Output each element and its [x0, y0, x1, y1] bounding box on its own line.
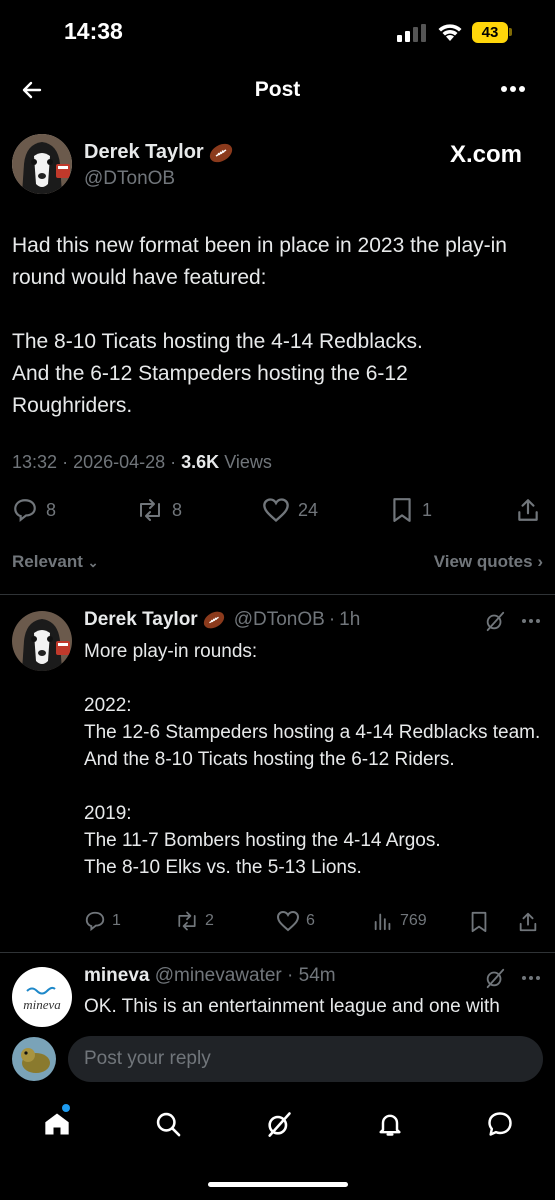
reply-author-avatar[interactable]: mineva: [12, 967, 72, 1027]
post-time: 13:32: [12, 452, 58, 472]
reply-views-button[interactable]: 769: [372, 910, 427, 932]
bookmark-icon: [393, 498, 411, 522]
reply-like-button[interactable]: 6: [276, 910, 315, 932]
more-horizontal-icon[interactable]: [500, 85, 526, 93]
repost-icon: [140, 499, 160, 521]
battery-indicator: 43: [472, 22, 508, 43]
reply-age: 54m: [298, 965, 336, 986]
view-quotes-label: View quotes: [433, 552, 533, 571]
search-icon[interactable]: [154, 1110, 182, 1138]
reply-author-handle[interactable]: @DTonOB: [234, 609, 325, 631]
more-horizontal-icon[interactable]: [521, 618, 541, 624]
cellular-signal-icon: [397, 24, 426, 42]
reply-reply-count: 1: [112, 912, 121, 929]
page-title: Post: [254, 78, 301, 101]
status-time: 14:38: [64, 18, 123, 44]
grok-icon[interactable]: [484, 610, 506, 632]
reply-body: OK. This is an entertainment league and …: [84, 996, 500, 1017]
home-indicator: [208, 1182, 348, 1187]
share-icon[interactable]: [515, 497, 541, 523]
views-label: Views: [224, 452, 272, 472]
user-avatar[interactable]: [12, 1037, 56, 1081]
reply-repost-button[interactable]: 2: [175, 910, 214, 932]
grok-icon[interactable]: [484, 967, 506, 989]
views-count: 3.6K: [181, 452, 220, 472]
heart-icon: [263, 498, 289, 523]
view-quotes-link[interactable]: View quotes ›: [434, 552, 543, 572]
share-icon[interactable]: [517, 911, 539, 933]
reply-author-avatar[interactable]: [12, 611, 72, 671]
author-avatar[interactable]: [12, 134, 72, 194]
sort-label: Relevant: [12, 552, 83, 571]
user-avatar-image: [12, 1037, 56, 1081]
reply-reply-button[interactable]: 1: [84, 910, 121, 932]
heart-icon: [276, 910, 300, 932]
more-horizontal-icon[interactable]: [521, 975, 541, 981]
reply-header: Derek Taylor @DTonOB · 1h: [84, 609, 361, 631]
football-icon: [209, 143, 232, 162]
post-meta: 13:32 · 2026-04-28 · 3.6K Views: [12, 452, 272, 472]
reply-repost-count: 2: [205, 912, 214, 929]
reply-header: mineva @minevawater · 54m: [84, 965, 336, 986]
repost-count: 8: [172, 499, 183, 520]
reply-like-count: 6: [306, 912, 315, 929]
reply-author-name[interactable]: Derek Taylor: [84, 609, 198, 631]
home-icon[interactable]: [43, 1110, 71, 1138]
home-notification-dot: [62, 1104, 70, 1112]
author-handle[interactable]: @DTonOB: [84, 168, 175, 190]
author-name-row[interactable]: Derek Taylor: [84, 141, 234, 164]
chevron-down-icon: ⌄: [87, 555, 99, 570]
reply-author-handle[interactable]: @minevawater: [155, 965, 282, 986]
repost-button[interactable]: 8: [136, 497, 182, 523]
bookmark-button[interactable]: 1: [390, 497, 432, 523]
reply-author-name[interactable]: mineva: [84, 965, 149, 986]
reply-button[interactable]: 8: [12, 497, 56, 523]
bell-icon[interactable]: [376, 1110, 404, 1138]
reply-input[interactable]: Post your reply: [68, 1036, 543, 1082]
repost-icon: [178, 911, 196, 931]
post-body: Had this new format been in place in 202…: [12, 234, 507, 417]
dog-avatar-image: [12, 611, 72, 671]
analytics-icon: [374, 913, 391, 931]
avatar-wordmark: mineva: [23, 997, 61, 1012]
author-name[interactable]: Derek Taylor: [84, 141, 204, 164]
wifi-icon: [438, 24, 462, 41]
football-icon: [203, 611, 224, 629]
like-count: 24: [298, 499, 319, 520]
like-button[interactable]: 24: [262, 497, 318, 523]
source-label: X.com: [450, 141, 523, 168]
grok-icon[interactable]: [265, 1110, 293, 1138]
wave-logo-icon: [26, 986, 56, 995]
reply-age: 1h: [339, 609, 361, 630]
reply-item[interactable]: mineva mineva @minevawater · 54m OK. Thi…: [0, 953, 555, 1028]
divider: [0, 594, 555, 595]
bookmark-icon[interactable]: [469, 911, 489, 933]
reply-icon: [14, 499, 36, 523]
sort-dropdown[interactable]: Relevant ⌄: [12, 552, 99, 572]
chat-bubble-icon[interactable]: [486, 1110, 514, 1138]
battery-tip: [509, 28, 512, 36]
reply-views-count: 769: [400, 912, 427, 929]
reply-body: More play-in rounds: 2022: The 12-6 Stam…: [84, 641, 541, 878]
reply-icon: [85, 911, 105, 932]
dog-avatar-image: [12, 134, 72, 194]
reply-count: 8: [46, 499, 57, 520]
post-date: 2026-04-28: [73, 452, 166, 472]
chevron-right-icon: ›: [537, 552, 543, 571]
bookmark-count: 1: [422, 499, 433, 520]
